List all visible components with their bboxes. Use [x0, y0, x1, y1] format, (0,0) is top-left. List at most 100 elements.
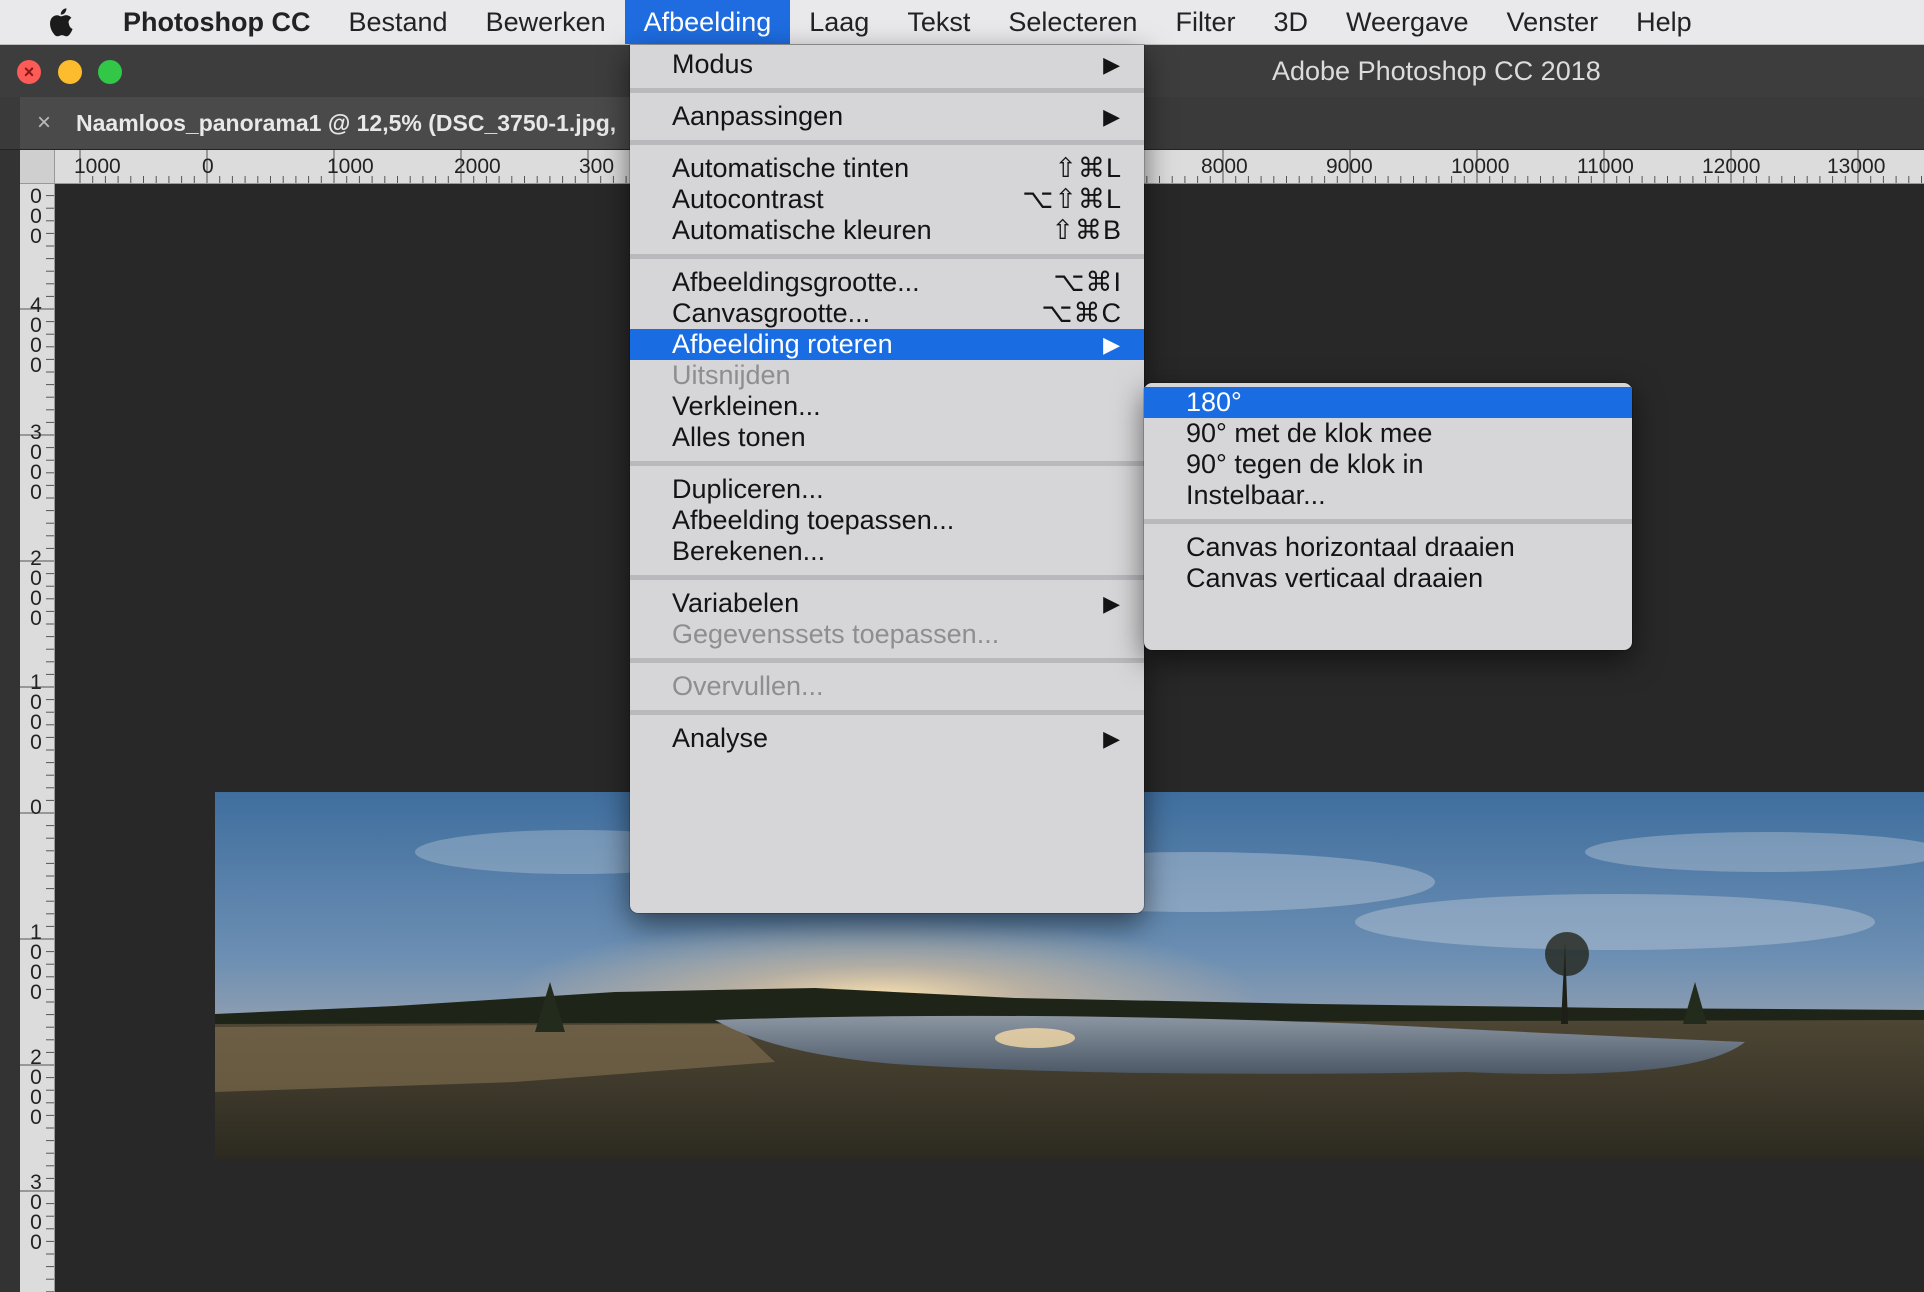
menu-item-label: Uitsnijden — [672, 360, 791, 390]
ruler-label: 1000 — [30, 671, 42, 754]
menu-item-overvullen: Overvullen... — [630, 671, 1144, 702]
menubar-item-bestand[interactable]: Bestand — [329, 0, 466, 44]
afbeelding-menu: Modus ▶ Aanpassingen ▶ Automatische tinten ⇧⌘… — [630, 45, 1144, 913]
menu-item-shortcut: ⇧⌘B — [1051, 215, 1122, 245]
vertical-ruler[interactable]: 000 4000 3000 2000 1000 0 1000 2000 3000 — [20, 183, 55, 1292]
menu-item-label: Afbeelding toepassen... — [672, 505, 955, 535]
ruler-label: 0 — [30, 796, 42, 819]
ruler-label: 9000 — [1326, 155, 1373, 178]
menu-item-90-tegen-de-klok-in[interactable]: 90° tegen de klok in — [1144, 449, 1632, 480]
menu-item-canvasgrootte[interactable]: Canvasgrootte... ⌥⌘C — [630, 298, 1144, 329]
menu-item-label: Canvasgrootte... — [672, 298, 871, 328]
menu-item-label: Afbeelding roteren — [672, 329, 893, 359]
menu-item-uitsnijden: Uitsnijden — [630, 360, 1144, 391]
menu-item-label: Canvas horizontaal draaien — [1186, 532, 1515, 562]
ruler-label: 1000 — [327, 155, 374, 178]
menu-item-aanpassingen[interactable]: Aanpassingen ▶ — [630, 101, 1144, 132]
ruler-origin-corner[interactable] — [20, 150, 55, 183]
menu-item-alles-tonen[interactable]: Alles tonen — [630, 422, 1144, 453]
menu-separator — [630, 254, 1144, 259]
minimize-window-button[interactable] — [58, 60, 82, 84]
menu-item-afbeelding-toepassen[interactable]: Afbeelding toepassen... — [630, 505, 1144, 536]
menu-item-90-met-de-klok-mee[interactable]: 90° met de klok mee — [1144, 418, 1632, 449]
menubar-item-3d[interactable]: 3D — [1254, 0, 1327, 44]
menu-item-label: Afbeeldingsgrootte... — [672, 267, 920, 297]
ruler-label: 1000 — [74, 155, 121, 178]
menu-item-afbeelding-roteren[interactable]: Afbeelding roteren ▶ — [630, 329, 1144, 360]
menu-item-label: Canvas verticaal draaien — [1186, 563, 1484, 593]
zoom-window-button[interactable] — [98, 60, 122, 84]
ruler-label: 300 — [579, 155, 615, 178]
menubar-item-selecteren[interactable]: Selecteren — [989, 0, 1156, 44]
ruler-label: 2000 — [454, 155, 501, 178]
afbeelding-roteren-submenu: 180° 90° met de klok mee 90° tegen de klok… — [1144, 383, 1632, 650]
submenu-arrow-icon: ▶ — [1103, 726, 1120, 751]
menu-item-label: Variabelen — [672, 588, 800, 618]
menu-item-label: Overvullen... — [672, 671, 824, 701]
menu-item-autocontrast[interactable]: Autocontrast ⌥⇧⌘L — [630, 184, 1144, 215]
menu-bar: Photoshop CC Bestand Bewerken Afbeelding Laa… — [0, 0, 1924, 45]
menu-item-dupliceren[interactable]: Dupliceren... — [630, 474, 1144, 505]
menu-item-canvas-horizontaal-draaien[interactable]: Canvas horizontaal draaien — [1144, 532, 1632, 563]
menu-item-canvas-verticaal-draaien[interactable]: Canvas verticaal draaien — [1144, 563, 1632, 594]
menu-item-label: Alles tonen — [672, 422, 806, 452]
document-tab[interactable]: × Naamloos_panorama1 @ 12,5% (DSC_3750-1… — [20, 97, 630, 149]
submenu-arrow-icon: ▶ — [1103, 591, 1120, 616]
submenu-arrow-icon: ▶ — [1103, 52, 1120, 77]
ruler-label: 000 — [30, 185, 42, 248]
menu-item-label: Analyse — [672, 723, 769, 753]
menu-separator — [1144, 519, 1632, 524]
menu-item-gegevenssets-toepassen: Gegevenssets toepassen... — [630, 619, 1144, 650]
menubar-item-photoshop-cc[interactable]: Photoshop CC — [104, 0, 329, 44]
ruler-label: 3000 — [30, 421, 42, 504]
menu-item-shortcut: ⌥⇧⌘L — [1022, 184, 1122, 214]
menu-item-analyse[interactable]: Analyse ▶ — [630, 723, 1144, 754]
menu-item-verkleinen[interactable]: Verkleinen... — [630, 391, 1144, 422]
menu-item-instelbaar[interactable]: Instelbaar... — [1144, 480, 1632, 511]
menu-separator — [630, 575, 1144, 580]
menu-separator — [630, 658, 1144, 663]
ruler-label: 8000 — [1201, 155, 1248, 178]
menu-item-berekenen[interactable]: Berekenen... — [630, 536, 1144, 567]
menu-item-label: Automatische kleuren — [672, 215, 932, 245]
menu-item-afbeeldingsgrootte[interactable]: Afbeeldingsgrootte... ⌥⌘I — [630, 267, 1144, 298]
ruler-label: 13000 — [1827, 155, 1886, 178]
submenu-arrow-icon: ▶ — [1103, 332, 1120, 357]
ruler-label: 1000 — [30, 921, 42, 1004]
ruler-label: 2000 — [30, 547, 42, 630]
menu-item-modus[interactable]: Modus ▶ — [630, 49, 1144, 80]
ruler-label: 0 — [202, 155, 214, 178]
menubar-item-bewerken[interactable]: Bewerken — [467, 0, 625, 44]
menu-item-label: Verkleinen... — [672, 391, 821, 421]
menu-item-label: Berekenen... — [672, 536, 826, 566]
menu-item-label: 90° tegen de klok in — [1186, 449, 1424, 479]
menu-item-variabelen[interactable]: Variabelen ▶ — [630, 588, 1144, 619]
menubar-item-venster[interactable]: Venster — [1488, 0, 1618, 44]
menubar-item-weergave[interactable]: Weergave — [1327, 0, 1488, 44]
menu-item-label: Dupliceren... — [672, 474, 824, 504]
submenu-arrow-icon: ▶ — [1103, 104, 1120, 129]
window-title: Adobe Photoshop CC 2018 — [1272, 56, 1601, 86]
close-tab-icon[interactable]: × — [30, 109, 58, 137]
ruler-label: 4000 — [30, 294, 42, 377]
menu-item-180[interactable]: 180° — [1144, 387, 1632, 418]
menubar-item-help[interactable]: Help — [1617, 0, 1711, 44]
menu-item-shortcut: ⌥⌘I — [1053, 267, 1122, 297]
close-icon: × — [23, 62, 35, 82]
close-window-button[interactable]: × — [17, 60, 41, 84]
ruler-label: 11000 — [1577, 155, 1634, 178]
apple-logo-icon[interactable] — [38, 0, 82, 44]
menubar-item-afbeelding[interactable]: Afbeelding — [624, 0, 791, 44]
menu-item-label: Autocontrast — [672, 184, 824, 214]
menu-item-label: Gegevenssets toepassen... — [672, 619, 1000, 649]
menubar-item-tekst[interactable]: Tekst — [888, 0, 989, 44]
menu-item-label: Aanpassingen — [672, 101, 844, 131]
menubar-item-filter[interactable]: Filter — [1156, 0, 1254, 44]
menubar-item-laag[interactable]: Laag — [790, 0, 888, 44]
menu-item-label: 90° met de klok mee — [1186, 418, 1433, 448]
menu-separator — [630, 710, 1144, 715]
menu-separator — [630, 140, 1144, 145]
menu-item-automatische-tinten[interactable]: Automatische tinten ⇧⌘L — [630, 153, 1144, 184]
menu-item-automatische-kleuren[interactable]: Automatische kleuren ⇧⌘B — [630, 215, 1144, 246]
menu-item-label: Modus — [672, 49, 754, 79]
